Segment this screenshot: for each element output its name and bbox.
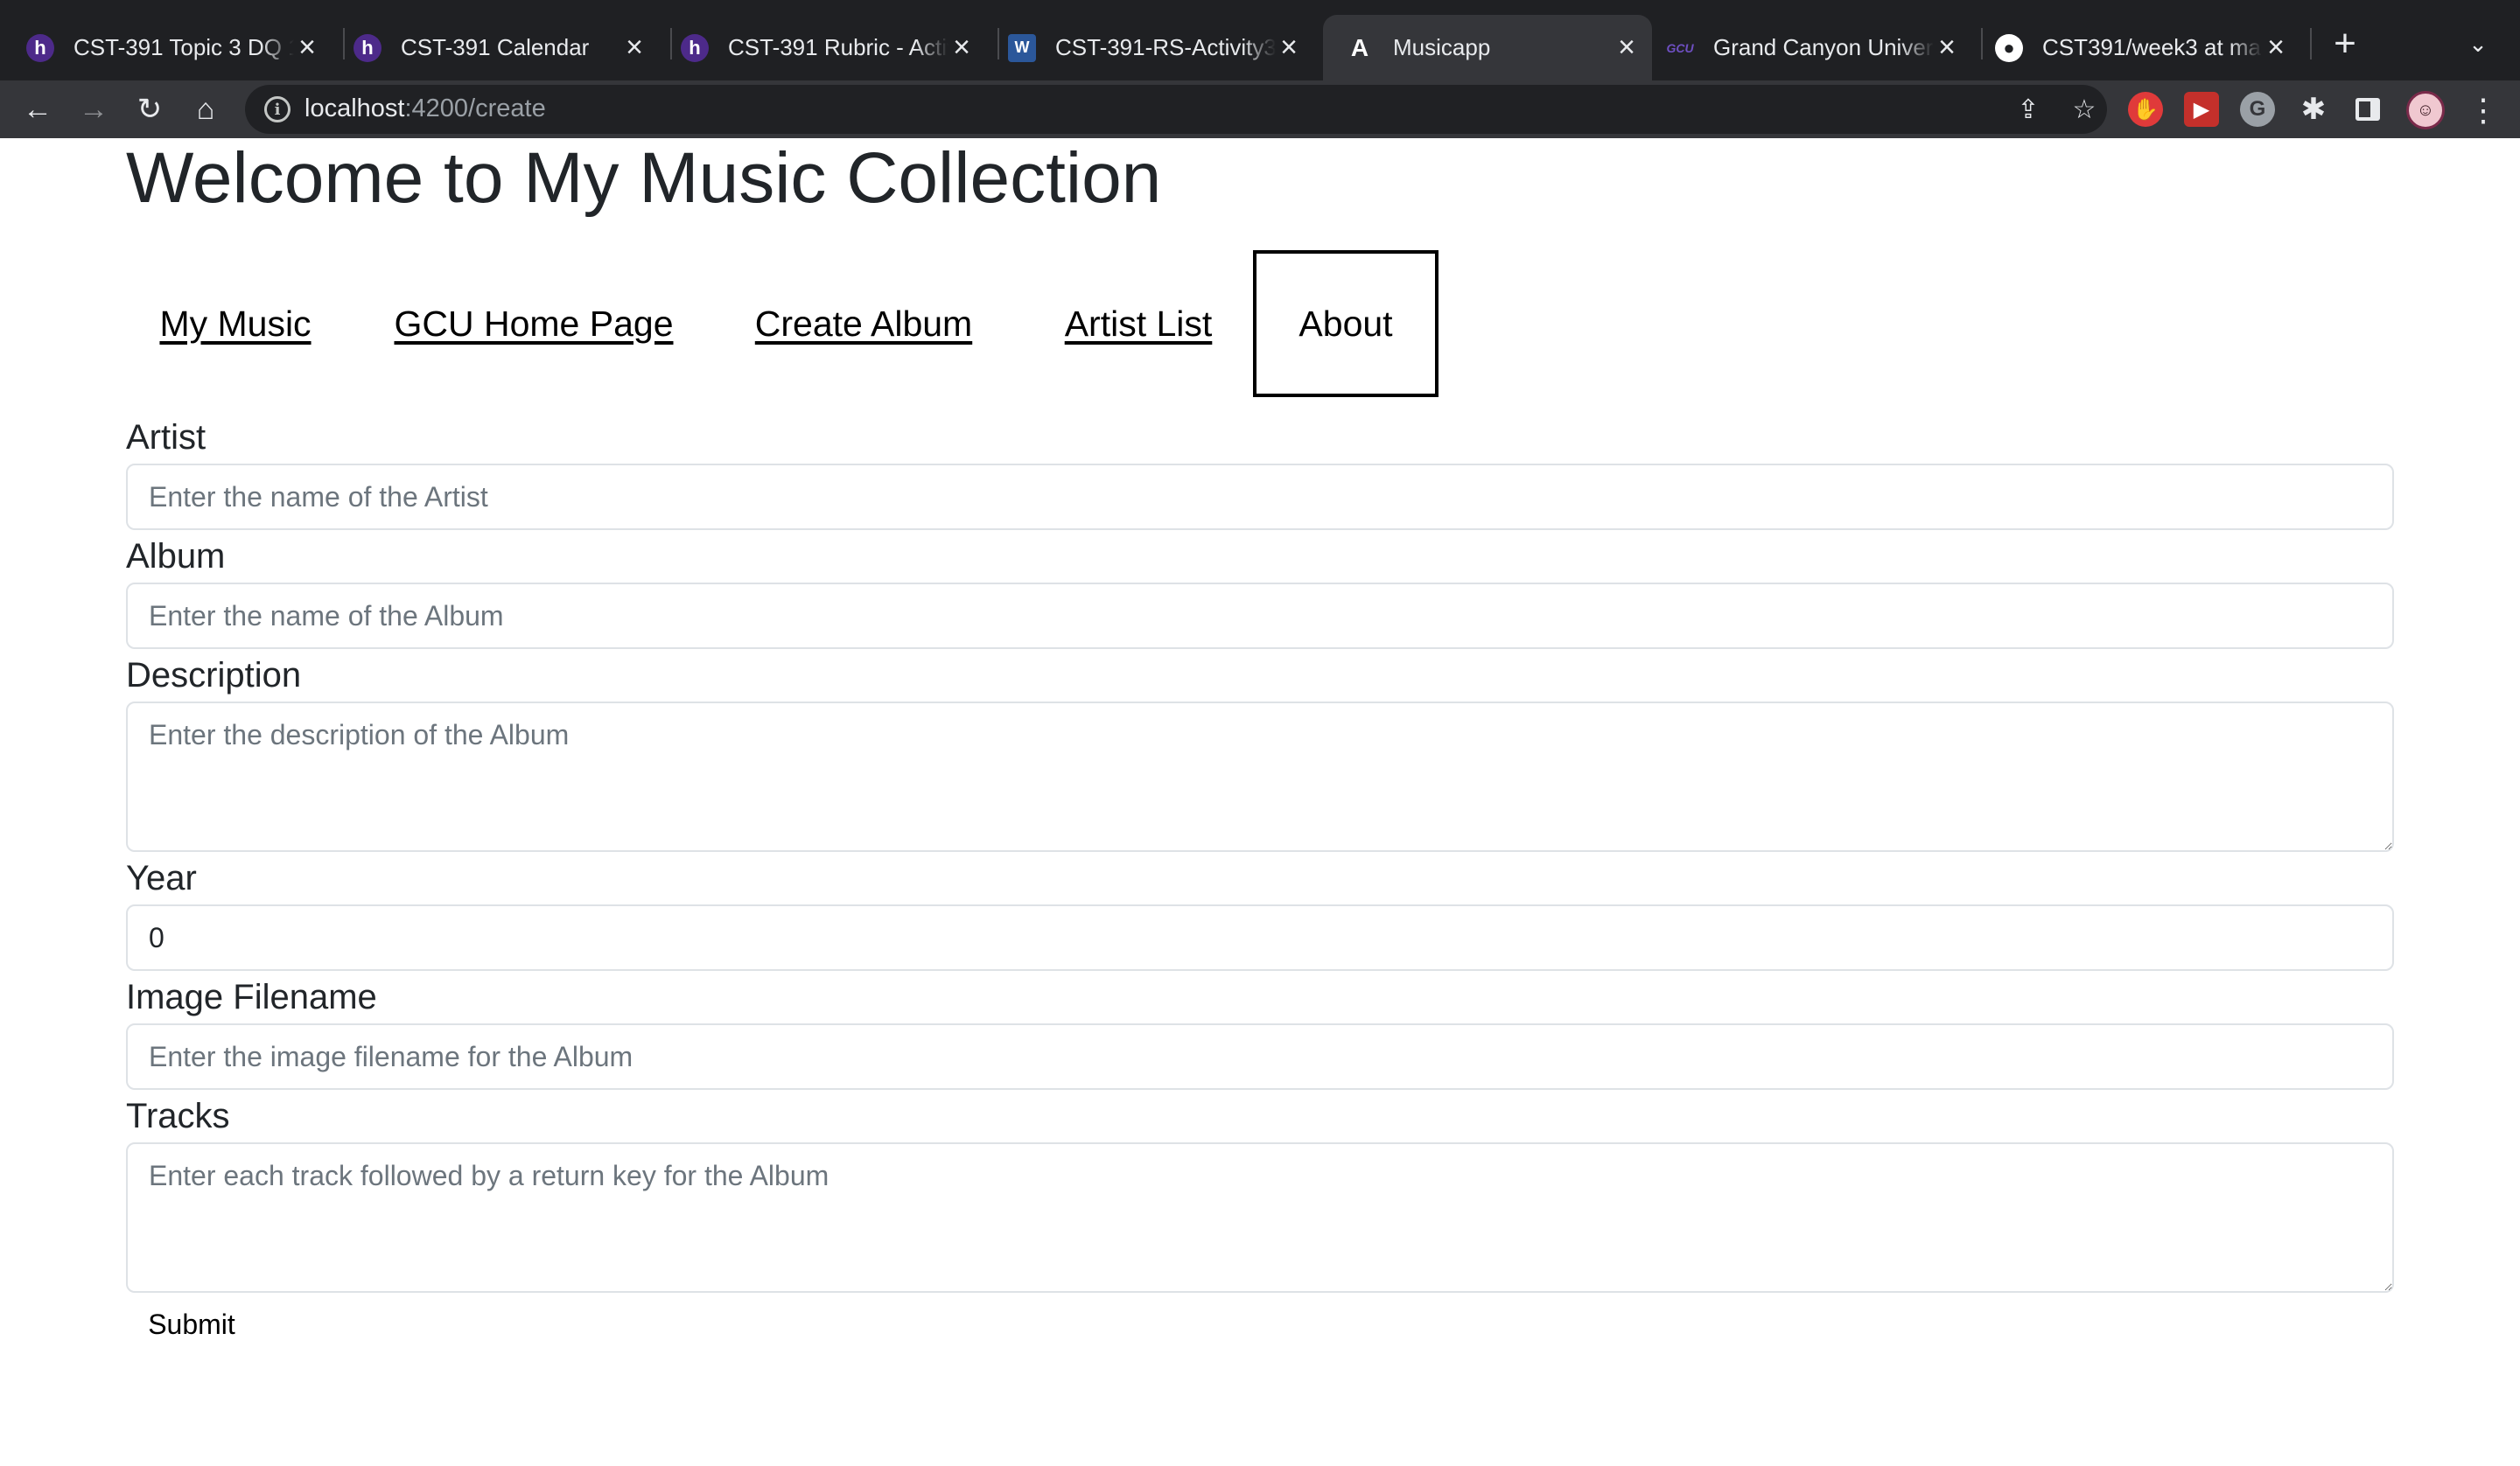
tracks-label: Tracks [126,1097,230,1135]
browser-tab[interactable]: ● CST391/week3 at main × [1995,15,2301,80]
angular-icon: A [1350,33,1369,61]
close-icon[interactable]: × [294,31,320,64]
year-input[interactable] [126,904,2394,971]
share-icon[interactable]: ⇪ [2011,92,2046,127]
close-icon[interactable]: × [2263,31,2289,64]
browser-tab[interactable]: W CST-391-RS-Activity3 × [1008,15,1314,80]
tab-divider [2310,28,2312,59]
close-icon[interactable]: × [621,31,648,64]
browser-tabstrip: h CST-391 Topic 3 DQ 1 × h CST-391 Calen… [0,0,2520,80]
browser-toolbar: ← → ↻ ⌂ i localhost:4200/create ⇪ ☆ ✋ ▶ … [0,80,2520,138]
more-menu-icon[interactable]: ⋮ [2466,91,2501,129]
nav-link-artist-list[interactable]: Artist List [1062,250,1214,397]
close-icon[interactable]: × [1934,31,1960,64]
browser-tab-title: CST-391-RS-Activity3 [1055,34,1276,60]
address-bar[interactable]: i localhost:4200/create ⇪ ☆ [245,85,2107,134]
profile-avatar[interactable]: ☺ [2406,91,2445,129]
nav-link-about[interactable]: About [1253,250,1438,397]
close-icon[interactable]: × [948,31,975,64]
description-textarea[interactable] [126,702,2394,852]
side-panel-icon[interactable] [2350,92,2385,127]
browser-tab-title: CST391/week3 at main [2042,34,2263,60]
browser-tab[interactable]: GCU Grand Canyon University × [1666,15,1972,80]
info-icon[interactable]: i [264,96,290,122]
back-arrow-icon[interactable]: ← [18,89,58,129]
reload-icon[interactable]: ↻ [130,89,170,129]
tab-divider [670,28,672,59]
artist-input[interactable] [126,464,2394,530]
tab-divider [998,28,999,59]
browser-tab[interactable]: h CST-391 Rubric - Activity × [681,15,987,80]
nav-link-gcu-home[interactable]: GCU Home Page [394,250,674,397]
extensions-puzzle-icon[interactable]: ✱ [2296,92,2331,127]
hypothesis-icon: h [681,33,709,62]
chevron-down-icon[interactable]: ⌄ [2460,26,2496,61]
close-icon[interactable]: × [1276,31,1302,64]
browser-tab[interactable]: h CST-391 Topic 3 DQ 1 × [26,15,332,80]
page-content: Welcome to My Music Collection My Music … [0,138,2520,1466]
submit-button[interactable]: Submit [126,1302,257,1347]
home-icon[interactable]: ⌂ [186,89,226,129]
github-icon: ● [1995,33,2023,62]
browser-tab-title: CST-391 Rubric - Activity [728,34,948,60]
description-label: Description [126,656,302,695]
browser-tab-title: CST-391 Calendar [401,34,590,60]
browser-tab-active[interactable]: A Musicapp × [1323,15,1652,80]
stop-hand-extension-icon[interactable]: ✋ [2128,92,2163,127]
page-title: Welcome to My Music Collection [126,138,1162,218]
year-label: Year [126,859,197,897]
bookmark-star-icon[interactable]: ☆ [2067,92,2102,127]
album-input[interactable] [126,583,2394,649]
youtube-extension-icon[interactable]: ▶ [2184,92,2219,127]
album-label: Album [126,537,226,576]
browser-tab-title: Musicapp [1393,34,1491,60]
new-tab-icon[interactable]: + [2323,19,2367,68]
close-icon[interactable]: × [1614,31,1640,64]
browser-tab[interactable]: h CST-391 Calendar × [354,15,660,80]
grammarly-extension-icon[interactable]: G [2240,92,2275,127]
image-filename-label: Image Filename [126,978,377,1016]
address-url[interactable]: localhost:4200/create [304,94,546,123]
word-icon: W [1008,33,1036,62]
tracks-textarea[interactable] [126,1142,2394,1293]
nav-link-my-music[interactable]: My Music [159,250,312,397]
image-filename-input[interactable] [126,1023,2394,1090]
nav-link-create-album[interactable]: Create Album [754,250,973,397]
tab-divider [343,28,345,59]
forward-arrow-icon[interactable]: → [74,89,114,129]
browser-tab-title: Grand Canyon University [1713,34,1934,60]
hypothesis-icon: h [26,33,54,62]
tab-divider [1981,28,1983,59]
url-host: localhost [304,94,405,122]
artist-label: Artist [126,418,206,457]
hypothesis-icon: h [354,33,382,62]
gcu-icon: GCU [1666,40,1694,55]
browser-tab-title: CST-391 Topic 3 DQ 1 [74,34,294,60]
url-path: :4200/create [404,94,546,122]
